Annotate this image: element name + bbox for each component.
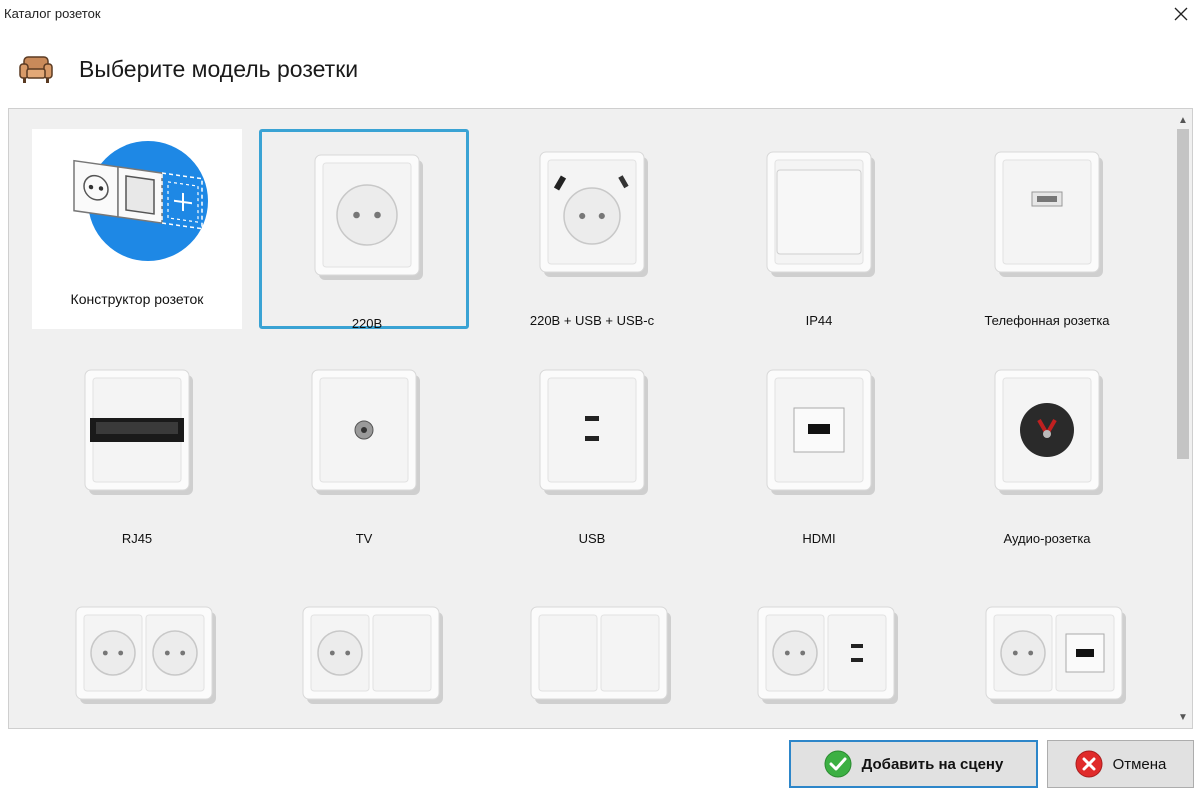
window-titlebar: Каталог розеток xyxy=(0,0,1200,28)
page-title: Выберите модель розетки xyxy=(79,55,359,82)
socket-tile-usb[interactable]: USB xyxy=(487,347,697,547)
socket-thumbnail xyxy=(262,132,472,307)
socket-thumbnail xyxy=(714,129,924,304)
socket-thumbnail xyxy=(487,347,697,522)
socket-tile-ip44[interactable]: IP44 xyxy=(714,129,924,329)
socket-tile-blank-blank[interactable] xyxy=(487,569,697,728)
constructor-illustration xyxy=(32,129,242,289)
socket-tile-rj45[interactable]: RJ45 xyxy=(32,347,242,547)
socket-thumbnail xyxy=(259,569,469,728)
cancel-label: Отмена xyxy=(1112,755,1167,773)
socket-thumbnail xyxy=(259,347,469,522)
socket-label: IP44 xyxy=(805,313,833,328)
socket-constructor-tile[interactable]: Конструктор розеток xyxy=(32,129,242,329)
catalog-panel: Конструктор розеток 220В 220В + USB + USB… xyxy=(8,108,1193,729)
cancel-button[interactable]: Отмена xyxy=(1047,740,1194,788)
socket-tile-double-schuko[interactable] xyxy=(32,569,242,728)
socket-label: Аудио-розетка xyxy=(1003,531,1091,546)
socket-tile-schuko-usb-double[interactable] xyxy=(714,569,924,728)
socket-thumbnail xyxy=(32,569,242,728)
socket-thumbnail xyxy=(714,347,924,522)
armchair-icon xyxy=(19,56,53,83)
socket-thumbnail xyxy=(714,569,924,728)
scroll-up-icon[interactable]: ▲ xyxy=(1174,111,1192,129)
scroll-down-icon[interactable]: ▼ xyxy=(1174,708,1192,726)
socket-label: TV xyxy=(355,531,373,546)
socket-tile-tv[interactable]: TV xyxy=(259,347,469,547)
socket-label: RJ45 xyxy=(121,531,153,546)
socket-thumbnail xyxy=(487,569,697,728)
socket-thumbnail xyxy=(32,347,242,522)
dialog-header: Выберите модель розетки xyxy=(18,48,358,90)
socket-label: 220В xyxy=(351,316,383,331)
socket-label: 220В + USB + USB-c xyxy=(529,313,655,328)
socket-tile-schuko[interactable]: 220В xyxy=(259,129,472,331)
socket-thumbnail xyxy=(942,569,1152,728)
catalog-grid: Конструктор розеток 220В 220В + USB + USB… xyxy=(9,109,1174,728)
checkmark-icon xyxy=(824,750,852,778)
scrollbar-thumb[interactable] xyxy=(1177,129,1189,459)
add-to-scene-label: Добавить на сцену xyxy=(861,755,1004,773)
socket-label: Телефонная розетка xyxy=(984,313,1110,328)
socket-thumbnail xyxy=(942,129,1152,304)
socket-label: HDMI xyxy=(802,531,836,546)
socket-thumbnail xyxy=(487,129,697,304)
socket-tile-schuko-usb[interactable]: 220В + USB + USB-c xyxy=(487,129,697,329)
constructor-label: Конструктор розеток xyxy=(70,291,204,307)
socket-tile-schuko-hdmi-double[interactable] xyxy=(942,569,1152,728)
socket-tile-hdmi[interactable]: HDMI xyxy=(714,347,924,547)
socket-label: USB xyxy=(578,531,606,546)
socket-tile-audio[interactable]: Аудио-розетка xyxy=(942,347,1152,547)
cancel-icon xyxy=(1075,750,1103,778)
add-to-scene-button[interactable]: Добавить на сцену xyxy=(789,740,1038,788)
socket-tile-schuko-blank[interactable] xyxy=(259,569,469,728)
window-title: Каталог розеток xyxy=(4,6,101,21)
socket-thumbnail xyxy=(942,347,1152,522)
socket-tile-phone[interactable]: Телефонная розетка xyxy=(942,129,1152,329)
close-icon[interactable] xyxy=(1168,2,1194,26)
vertical-scrollbar[interactable]: ▲ ▼ xyxy=(1174,109,1192,728)
